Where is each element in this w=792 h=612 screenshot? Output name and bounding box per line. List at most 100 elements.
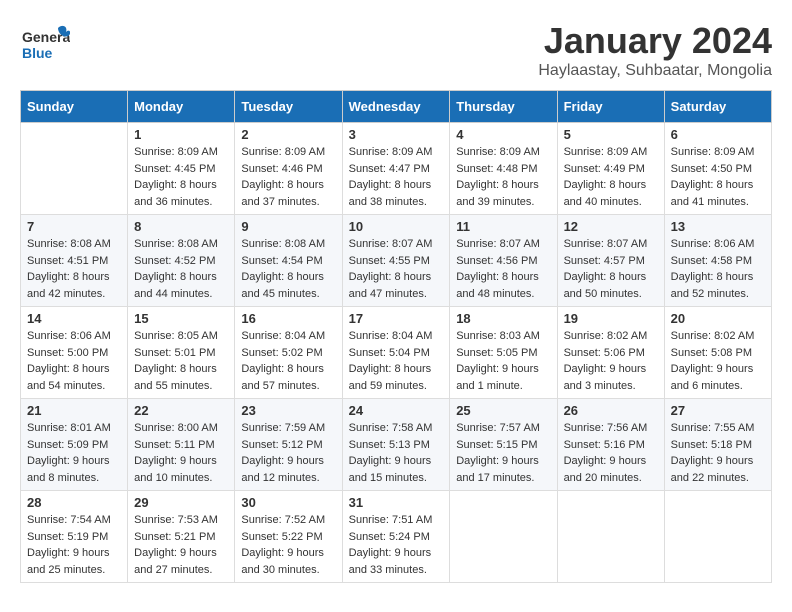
day-info: Sunrise: 8:00 AMSunset: 5:11 PMDaylight:… <box>134 420 228 486</box>
day-info: Sunrise: 8:09 AMSunset: 4:48 PMDaylight:… <box>456 144 550 210</box>
calendar-cell <box>21 123 128 215</box>
calendar-cell: 8 Sunrise: 8:08 AMSunset: 4:52 PMDaylight… <box>128 215 235 307</box>
calendar-cell <box>450 491 557 583</box>
day-number: 10 <box>349 219 444 234</box>
calendar-cell: 28 Sunrise: 7:54 AMSunset: 5:19 PMDayligh… <box>21 491 128 583</box>
calendar-header-row: SundayMondayTuesdayWednesdayThursdayFrid… <box>21 91 772 123</box>
day-number: 1 <box>134 127 228 142</box>
calendar-table: SundayMondayTuesdayWednesdayThursdayFrid… <box>20 90 772 583</box>
calendar-cell <box>557 491 664 583</box>
day-info: Sunrise: 7:55 AMSunset: 5:18 PMDaylight:… <box>671 420 765 486</box>
calendar-cell: 13 Sunrise: 8:06 AMSunset: 4:58 PMDayligh… <box>664 215 771 307</box>
calendar-week-5: 28 Sunrise: 7:54 AMSunset: 5:19 PMDayligh… <box>21 491 772 583</box>
calendar-cell: 23Sunrise: 7:59 AMSunset: 5:12 PMDayligh… <box>235 399 342 491</box>
day-number: 15 <box>134 311 228 326</box>
day-number: 22 <box>134 403 228 418</box>
day-info: Sunrise: 7:53 AMSunset: 5:21 PMDaylight:… <box>134 512 228 578</box>
calendar-cell: 22 Sunrise: 8:00 AMSunset: 5:11 PMDayligh… <box>128 399 235 491</box>
calendar-header-tuesday: Tuesday <box>235 91 342 123</box>
calendar-cell: 18 Sunrise: 8:03 AMSunset: 5:05 PMDayligh… <box>450 307 557 399</box>
day-info: Sunrise: 8:07 AMSunset: 4:55 PMDaylight:… <box>349 236 444 302</box>
day-number: 28 <box>27 495 121 510</box>
calendar-cell: 11 Sunrise: 8:07 AMSunset: 4:56 PMDayligh… <box>450 215 557 307</box>
day-number: 14 <box>27 311 121 326</box>
calendar-cell: 1Sunrise: 8:09 AMSunset: 4:45 PMDaylight… <box>128 123 235 215</box>
calendar-cell: 21 Sunrise: 8:01 AMSunset: 5:09 PMDayligh… <box>21 399 128 491</box>
day-number: 19 <box>564 311 658 326</box>
calendar-cell: 3 Sunrise: 8:09 AMSunset: 4:47 PMDaylight… <box>342 123 450 215</box>
calendar-week-2: 7 Sunrise: 8:08 AMSunset: 4:51 PMDaylight… <box>21 215 772 307</box>
day-number: 17 <box>349 311 444 326</box>
day-number: 18 <box>456 311 550 326</box>
day-number: 9 <box>241 219 335 234</box>
day-info: Sunrise: 8:04 AMSunset: 5:04 PMDaylight:… <box>349 328 444 394</box>
page-header: General Blue January 2024 Haylaastay, Su… <box>20 20 772 80</box>
day-number: 31 <box>349 495 444 510</box>
calendar-cell: 20 Sunrise: 8:02 AMSunset: 5:08 PMDayligh… <box>664 307 771 399</box>
day-info: Sunrise: 8:02 AMSunset: 5:06 PMDaylight:… <box>564 328 658 394</box>
svg-text:Blue: Blue <box>22 45 53 61</box>
day-number: 21 <box>27 403 121 418</box>
day-number: 24 <box>349 403 444 418</box>
calendar-cell: 19 Sunrise: 8:02 AMSunset: 5:06 PMDayligh… <box>557 307 664 399</box>
calendar-cell: 10 Sunrise: 8:07 AMSunset: 4:55 PMDayligh… <box>342 215 450 307</box>
day-number: 26 <box>564 403 658 418</box>
calendar-header-saturday: Saturday <box>664 91 771 123</box>
day-number: 3 <box>349 127 444 142</box>
day-info: Sunrise: 8:07 AMSunset: 4:57 PMDaylight:… <box>564 236 658 302</box>
day-info: Sunrise: 8:09 AMSunset: 4:47 PMDaylight:… <box>349 144 444 210</box>
day-number: 2 <box>241 127 335 142</box>
calendar-week-1: 1Sunrise: 8:09 AMSunset: 4:45 PMDaylight… <box>21 123 772 215</box>
calendar-cell: 14Sunrise: 8:06 AMSunset: 5:00 PMDayligh… <box>21 307 128 399</box>
day-number: 27 <box>671 403 765 418</box>
day-number: 20 <box>671 311 765 326</box>
day-number: 7 <box>27 219 121 234</box>
calendar-cell: 4 Sunrise: 8:09 AMSunset: 4:48 PMDaylight… <box>450 123 557 215</box>
day-info: Sunrise: 7:59 AMSunset: 5:12 PMDaylight:… <box>241 420 335 486</box>
calendar-header-friday: Friday <box>557 91 664 123</box>
calendar-cell: 7 Sunrise: 8:08 AMSunset: 4:51 PMDaylight… <box>21 215 128 307</box>
calendar-cell: 26 Sunrise: 7:56 AMSunset: 5:16 PMDayligh… <box>557 399 664 491</box>
day-info: Sunrise: 7:56 AMSunset: 5:16 PMDaylight:… <box>564 420 658 486</box>
calendar-cell: 17 Sunrise: 8:04 AMSunset: 5:04 PMDayligh… <box>342 307 450 399</box>
day-info: Sunrise: 8:01 AMSunset: 5:09 PMDaylight:… <box>27 420 121 486</box>
day-number: 4 <box>456 127 550 142</box>
day-number: 13 <box>671 219 765 234</box>
calendar-cell: 25Sunrise: 7:57 AMSunset: 5:15 PMDayligh… <box>450 399 557 491</box>
day-info: Sunrise: 8:09 AMSunset: 4:46 PMDaylight:… <box>241 144 335 210</box>
day-info: Sunrise: 8:06 AMSunset: 4:58 PMDaylight:… <box>671 236 765 302</box>
day-number: 8 <box>134 219 228 234</box>
calendar-cell: 2 Sunrise: 8:09 AMSunset: 4:46 PMDaylight… <box>235 123 342 215</box>
day-info: Sunrise: 8:08 AMSunset: 4:54 PMDaylight:… <box>241 236 335 302</box>
day-info: Sunrise: 8:08 AMSunset: 4:52 PMDaylight:… <box>134 236 228 302</box>
calendar-cell: 29Sunrise: 7:53 AMSunset: 5:21 PMDayligh… <box>128 491 235 583</box>
day-number: 25 <box>456 403 550 418</box>
day-info: Sunrise: 7:54 AMSunset: 5:19 PMDaylight:… <box>27 512 121 578</box>
day-info: Sunrise: 8:07 AMSunset: 4:56 PMDaylight:… <box>456 236 550 302</box>
calendar-header-thursday: Thursday <box>450 91 557 123</box>
day-number: 5 <box>564 127 658 142</box>
day-info: Sunrise: 8:02 AMSunset: 5:08 PMDaylight:… <box>671 328 765 394</box>
day-info: Sunrise: 7:51 AMSunset: 5:24 PMDaylight:… <box>349 512 444 578</box>
day-info: Sunrise: 8:08 AMSunset: 4:51 PMDaylight:… <box>27 236 121 302</box>
calendar-cell: 16 Sunrise: 8:04 AMSunset: 5:02 PMDayligh… <box>235 307 342 399</box>
calendar-cell: 27 Sunrise: 7:55 AMSunset: 5:18 PMDayligh… <box>664 399 771 491</box>
day-info: Sunrise: 8:09 AMSunset: 4:50 PMDaylight:… <box>671 144 765 210</box>
day-info: Sunrise: 7:58 AMSunset: 5:13 PMDaylight:… <box>349 420 444 486</box>
day-number: 16 <box>241 311 335 326</box>
calendar-week-3: 14Sunrise: 8:06 AMSunset: 5:00 PMDayligh… <box>21 307 772 399</box>
calendar-cell: 12Sunrise: 8:07 AMSunset: 4:57 PMDayligh… <box>557 215 664 307</box>
calendar-cell: 30Sunrise: 7:52 AMSunset: 5:22 PMDayligh… <box>235 491 342 583</box>
logo-icon: General Blue <box>20 20 70 70</box>
day-number: 30 <box>241 495 335 510</box>
day-number: 11 <box>456 219 550 234</box>
calendar-cell: 6Sunrise: 8:09 AMSunset: 4:50 PMDaylight… <box>664 123 771 215</box>
day-info: Sunrise: 8:04 AMSunset: 5:02 PMDaylight:… <box>241 328 335 394</box>
day-info: Sunrise: 8:03 AMSunset: 5:05 PMDaylight:… <box>456 328 550 394</box>
month-title: January 2024 <box>538 20 772 62</box>
calendar-cell: 15Sunrise: 8:05 AMSunset: 5:01 PMDayligh… <box>128 307 235 399</box>
calendar-header-wednesday: Wednesday <box>342 91 450 123</box>
calendar-cell: 5 Sunrise: 8:09 AMSunset: 4:49 PMDaylight… <box>557 123 664 215</box>
location: Haylaastay, Suhbaatar, Mongolia <box>538 62 772 80</box>
day-info: Sunrise: 8:09 AMSunset: 4:49 PMDaylight:… <box>564 144 658 210</box>
